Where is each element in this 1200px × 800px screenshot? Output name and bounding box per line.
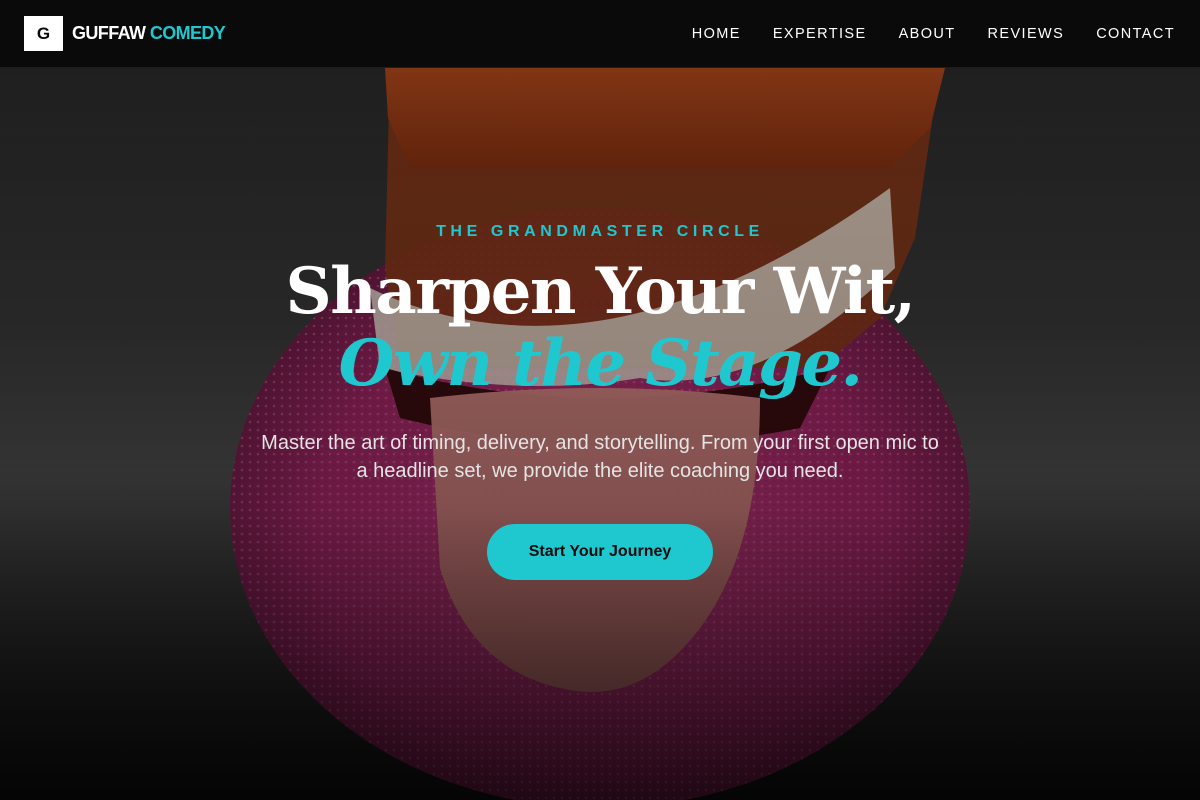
hero-description: Master the art of timing, delivery, and …	[261, 432, 939, 482]
brand-logo[interactable]: G GUFFAW COMEDY	[24, 16, 226, 51]
brand-name: GUFFAW COMEDY	[72, 23, 226, 44]
logo-mark: G	[24, 16, 63, 51]
main-nav: HOME EXPERTISE ABOUT REVIEWS CONTACT	[692, 26, 1175, 42]
brand-name-accent: COMEDY	[149, 23, 226, 43]
nav-reviews[interactable]: REVIEWS	[988, 26, 1065, 42]
nav-about[interactable]: ABOUT	[899, 26, 956, 42]
hero-headline-line1: Sharpen Your Wit,	[285, 254, 916, 329]
brand-name-primary: GUFFAW	[72, 23, 146, 43]
hero-eyebrow: THE GRANDMASTER CIRCLE	[436, 223, 764, 240]
nav-home[interactable]: HOME	[692, 26, 741, 42]
hero-content: THE GRANDMASTER CIRCLE Sharpen Your Wit,…	[0, 68, 1200, 800]
nav-expertise[interactable]: EXPERTISE	[773, 26, 867, 42]
nav-contact[interactable]: CONTACT	[1096, 26, 1175, 42]
hero-section: THE GRANDMASTER CIRCLE Sharpen Your Wit,…	[0, 68, 1200, 800]
start-journey-button[interactable]: Start Your Journey	[487, 524, 713, 580]
hero-headline-line2: Own the Stage.	[338, 326, 863, 401]
site-header: G GUFFAW COMEDY HOME EXPERTISE ABOUT REV…	[0, 0, 1200, 68]
